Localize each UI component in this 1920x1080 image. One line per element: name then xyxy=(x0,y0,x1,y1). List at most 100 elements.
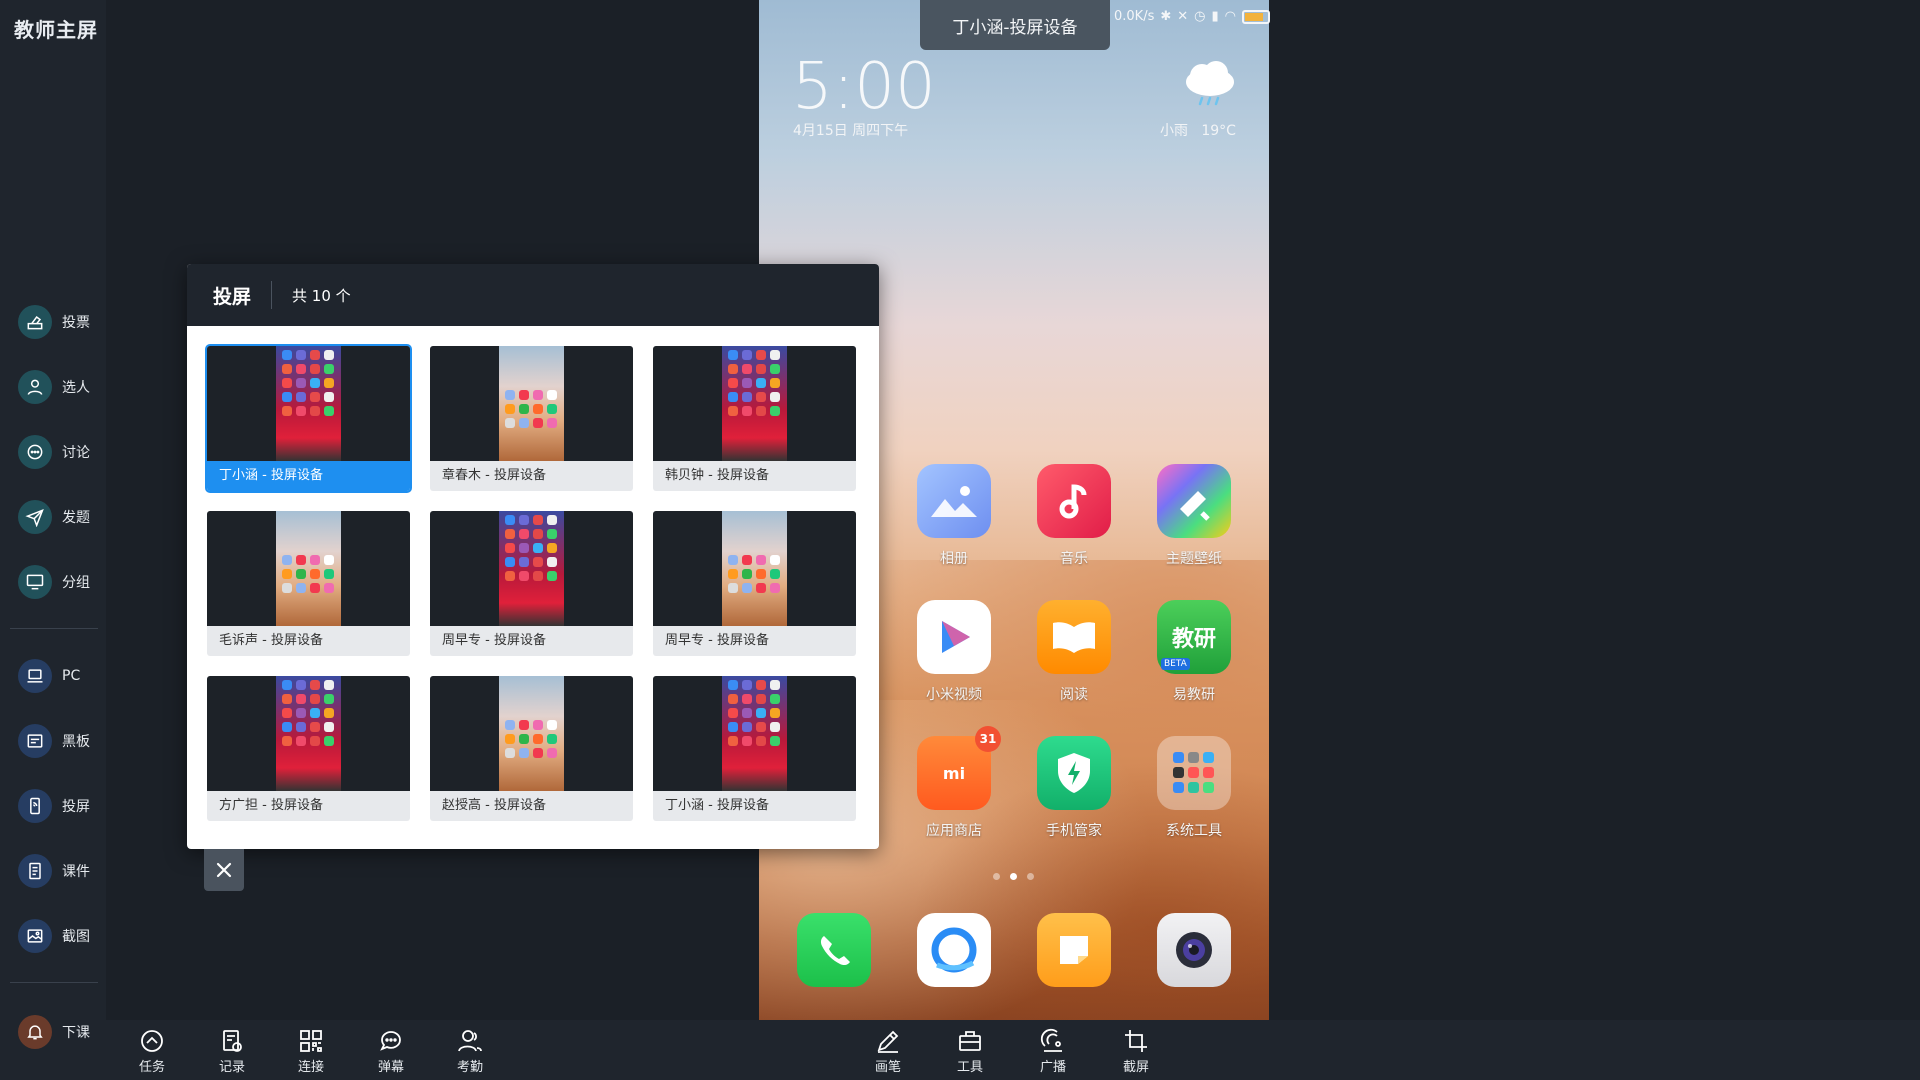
app-mi-video[interactable]: 小米视频 xyxy=(904,600,1004,704)
cast-banner: 丁小涵-投屏设备 xyxy=(920,0,1110,50)
device-card[interactable]: 章春木 - 投屏设备 xyxy=(430,346,633,491)
device-card[interactable]: 丁小涵 - 投屏设备 xyxy=(653,676,856,821)
device-card[interactable]: 丁小涵 - 投屏设备 xyxy=(205,344,412,493)
sidebar-item-pick-person[interactable]: 选人 xyxy=(18,367,104,407)
app-yijiaoyan[interactable]: 教研 BETA 易教研 xyxy=(1144,600,1244,704)
device-label: 周早专 - 投屏设备 xyxy=(665,633,769,648)
image-icon xyxy=(18,919,52,953)
record-icon xyxy=(223,1030,242,1052)
device-card[interactable]: 毛诉声 - 投屏设备 xyxy=(207,511,410,656)
device-thumbnail xyxy=(207,511,410,626)
book-icon xyxy=(1037,600,1111,674)
app-title: 教师主屏 xyxy=(14,18,98,42)
app-security[interactable]: 手机管家 xyxy=(1024,736,1124,840)
sidebar-item-blackboard[interactable]: 黑板 xyxy=(18,721,104,761)
sidebar-item-label: 选人 xyxy=(62,380,90,396)
folder-icon xyxy=(1157,736,1231,810)
phone-status-bar: 0.0K/s ✱ ✕ ◷ ▮ ◠ xyxy=(1114,9,1271,24)
dock-notes[interactable] xyxy=(1024,913,1124,987)
dock-camera[interactable] xyxy=(1144,913,1244,987)
app-reading[interactable]: 阅读 xyxy=(1024,600,1124,704)
monitor-icon xyxy=(18,565,52,599)
gallery-icon xyxy=(917,464,991,538)
board-icon xyxy=(18,724,52,758)
screenshot-button[interactable]: 截屏 xyxy=(1106,1028,1166,1078)
sidebar: 教师主屏 投票 选人 讨论 发题 分组 PC 黑板 投屏 课件 截图 下课 xyxy=(0,0,106,1080)
mute-icon: ✕ xyxy=(1177,9,1189,24)
device-thumbnail xyxy=(430,676,633,791)
bell-icon xyxy=(18,1015,52,1049)
dock-phone[interactable] xyxy=(784,913,884,987)
device-thumbnail xyxy=(430,511,633,626)
app-gallery[interactable]: 相册 xyxy=(904,464,1004,568)
record-button[interactable]: 记录 xyxy=(202,1028,262,1078)
sidebar-item-screen-cast[interactable]: 投屏 xyxy=(18,786,104,826)
device-label: 方广担 - 投屏设备 xyxy=(219,798,323,813)
rain-cloud-icon xyxy=(1186,61,1234,106)
beta-tag: BETA xyxy=(1161,658,1190,670)
device-card[interactable]: 周早专 - 投屏设备 xyxy=(430,511,633,656)
person-icon xyxy=(18,370,52,404)
device-thumbnail xyxy=(207,676,410,791)
barrage-button[interactable]: 弹幕 xyxy=(361,1028,421,1078)
close-dialog-button[interactable] xyxy=(204,849,244,891)
laptop-icon xyxy=(18,659,52,693)
end-class-label: 下课 xyxy=(62,1025,90,1041)
device-card[interactable]: 韩贝钟 - 投屏设备 xyxy=(653,346,856,491)
browser-icon xyxy=(917,913,991,987)
device-card[interactable]: 周早专 - 投屏设备 xyxy=(653,511,856,656)
device-thumbnail xyxy=(207,346,410,461)
chat-icon xyxy=(18,435,52,469)
dock-browser[interactable] xyxy=(904,913,1004,987)
sidebar-item-label: PC xyxy=(62,668,81,684)
sidebar-item-vote[interactable]: 投票 xyxy=(18,302,104,342)
tools-button[interactable]: 工具 xyxy=(940,1028,1000,1078)
app-themes[interactable]: 主题壁纸 xyxy=(1144,464,1244,568)
task-button[interactable]: 任务 xyxy=(122,1028,182,1078)
attendance-icon xyxy=(458,1030,482,1052)
close-icon xyxy=(216,862,232,878)
pen-button[interactable]: 画笔 xyxy=(858,1028,918,1078)
yijiaoyan-icon: 教研 BETA xyxy=(1157,600,1231,674)
alarm-icon: ◷ xyxy=(1194,9,1206,24)
device-label: 章春木 - 投屏设备 xyxy=(442,468,546,483)
app-music[interactable]: 音乐 xyxy=(1024,464,1124,568)
play-icon xyxy=(917,600,991,674)
cast-dialog-header: 投屏 共 10 个 xyxy=(187,264,879,326)
device-thumbnail xyxy=(653,676,856,791)
send-icon xyxy=(18,500,52,534)
sidebar-item-label: 投屏 xyxy=(62,799,90,815)
vote-icon xyxy=(18,305,52,339)
document-icon xyxy=(18,854,52,888)
device-screen-preview xyxy=(499,346,564,461)
wifi-icon: ◠ xyxy=(1224,9,1237,24)
barrage-icon xyxy=(380,1031,401,1051)
end-class-button[interactable]: 下课 xyxy=(18,1012,104,1052)
phone-icon xyxy=(797,913,871,987)
sidebar-item-discussion[interactable]: 讨论 xyxy=(18,432,104,472)
device-screen-preview xyxy=(722,511,787,626)
app-system-tools[interactable]: 系统工具 xyxy=(1144,736,1244,840)
cast-dialog-title: 投屏 xyxy=(213,285,252,308)
weather-text: 小雨 19°C xyxy=(1160,120,1236,140)
app-store[interactable]: mi 31 应用商店 xyxy=(904,726,1004,840)
device-count: 共 10 个 xyxy=(292,286,351,305)
sidebar-item-group[interactable]: 分组 xyxy=(18,562,104,602)
attendance-button[interactable]: 考勤 xyxy=(440,1028,500,1078)
broadcast-button[interactable]: 广播 xyxy=(1023,1028,1083,1078)
device-screen-preview xyxy=(499,676,564,791)
pen-icon xyxy=(877,1030,899,1053)
sidebar-item-label: 黑板 xyxy=(62,734,90,750)
device-card[interactable]: 方广担 - 投屏设备 xyxy=(207,676,410,821)
task-icon xyxy=(141,1030,163,1052)
sidebar-item-send-question[interactable]: 发题 xyxy=(18,497,104,537)
device-label: 毛诉声 - 投屏设备 xyxy=(219,633,323,648)
sidebar-item-courseware[interactable]: 课件 xyxy=(18,851,104,891)
device-card[interactable]: 赵授高 - 投屏设备 xyxy=(430,676,633,821)
sidebar-item-pc[interactable]: PC xyxy=(18,656,104,696)
device-thumbnail xyxy=(430,346,633,461)
notification-badge: 31 xyxy=(975,726,1001,752)
connect-button[interactable]: 连接 xyxy=(281,1028,341,1078)
shield-icon xyxy=(1037,736,1111,810)
sidebar-item-screenshot[interactable]: 截图 xyxy=(18,916,104,956)
